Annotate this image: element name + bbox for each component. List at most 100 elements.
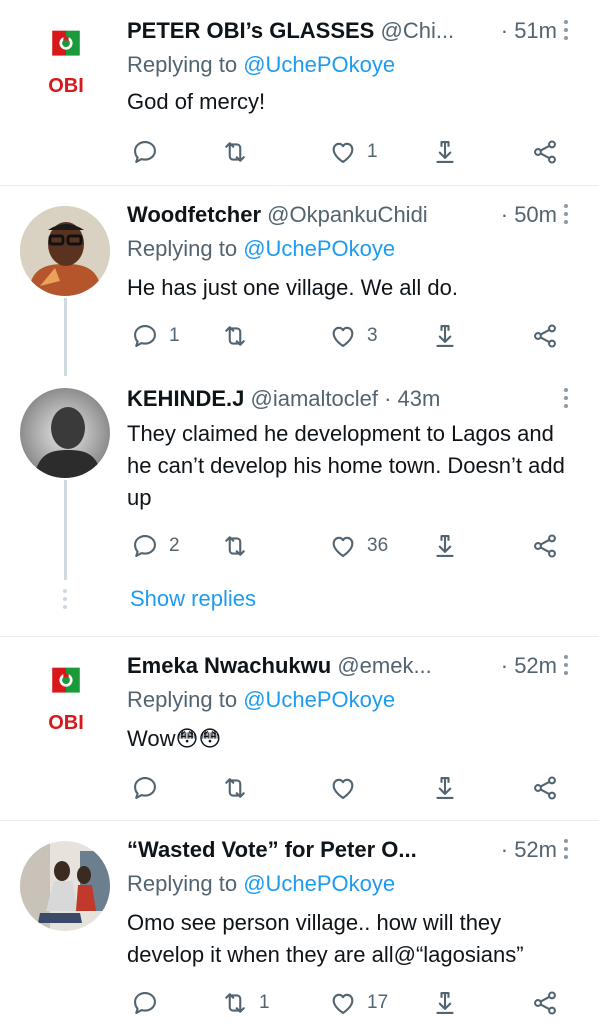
like-button[interactable]: 17 <box>329 988 388 1018</box>
tweet-2[interactable]: Woodfetcher @OkpankuChidi · 50m Replying… <box>0 186 599 376</box>
timestamp[interactable]: · 52m <box>494 651 557 681</box>
timestamp[interactable]: · 43m <box>384 386 441 411</box>
reply-button[interactable]: 2 <box>131 531 180 561</box>
like-button[interactable] <box>329 773 367 803</box>
kehinde-avatar-icon <box>20 388 110 478</box>
user-handle[interactable]: @iamaltoclef <box>250 386 378 411</box>
like-button[interactable]: 1 <box>329 137 378 167</box>
reply-to-link[interactable]: @UchePOkoye <box>243 52 395 77</box>
retweet-icon <box>221 989 249 1017</box>
bookmark-button[interactable] <box>431 531 459 561</box>
tweet-text: They claimed he development to Lagos and… <box>127 421 565 510</box>
timestamp[interactable]: · 50m <box>494 200 557 230</box>
retweet-button[interactable] <box>221 531 259 561</box>
tweet-1[interactable]: OBI PETER OBI’s GLASSES @Chi... · 51m Re… <box>0 0 599 185</box>
like-icon <box>329 532 357 560</box>
retweet-icon <box>221 532 249 560</box>
like-icon <box>329 322 357 350</box>
more-icon[interactable] <box>559 384 573 414</box>
tweet-header: Woodfetcher @OkpankuChidi · 50m <box>127 200 557 230</box>
obi-avatar[interactable]: OBI <box>38 667 94 734</box>
share-button[interactable] <box>531 321 559 351</box>
share-icon <box>531 774 559 802</box>
reply-to-link[interactable]: @UchePOkoye <box>243 871 395 896</box>
action-bar: 1 <box>127 137 579 167</box>
replying-to-label: Replying to <box>127 52 244 77</box>
show-replies-link[interactable]: Show replies <box>130 584 256 614</box>
retweet-button[interactable] <box>221 321 259 351</box>
tweet-text: God of mercy! <box>127 89 266 114</box>
user-handle[interactable]: @emek... <box>337 653 431 678</box>
bookmark-button[interactable] <box>431 321 459 351</box>
tweet-5[interactable]: “Wasted Vote” for Peter O... · 52m Reply… <box>0 821 599 1024</box>
share-icon <box>531 322 559 350</box>
share-button[interactable] <box>531 988 559 1018</box>
retweet-button[interactable] <box>221 137 259 167</box>
reply-to-link[interactable]: @UchePOkoye <box>243 687 395 712</box>
bookmark-button[interactable] <box>431 773 459 803</box>
more-icon[interactable] <box>559 651 573 681</box>
action-bar: 1 17 <box>127 988 579 1018</box>
reply-button[interactable] <box>131 988 169 1018</box>
replying-to: Replying to @UchePOkoye <box>127 869 395 899</box>
tweet-4[interactable]: OBI Emeka Nwachukwu @emek... · 52m Reply… <box>0 637 599 820</box>
display-name[interactable]: Woodfetcher <box>127 202 261 227</box>
reply-to-link[interactable]: @UchePOkoye <box>243 236 395 261</box>
reply-icon <box>131 532 159 560</box>
bookmark-button[interactable] <box>431 137 459 167</box>
display-name[interactable]: Emeka Nwachukwu <box>127 653 331 678</box>
share-button[interactable] <box>531 137 559 167</box>
like-button[interactable]: 3 <box>329 321 378 351</box>
replying-to: Replying to @UchePOkoye <box>127 685 395 715</box>
like-icon <box>329 138 357 166</box>
bookmark-icon <box>431 532 459 560</box>
more-icon[interactable] <box>559 835 573 865</box>
more-icon[interactable] <box>559 200 573 230</box>
bookmark-icon <box>431 989 459 1017</box>
share-icon <box>531 138 559 166</box>
user-handle[interactable]: @Chi... <box>380 18 454 43</box>
tweet-3[interactable]: KEHINDE.J @iamaltoclef · 43m They claime… <box>0 376 599 636</box>
bookmark-button[interactable] <box>431 988 459 1018</box>
thread-line <box>64 480 67 580</box>
action-bar <box>127 773 579 803</box>
obi-logo-text: OBI <box>48 712 84 734</box>
tweet-text: Omo see person village.. how will they d… <box>127 910 524 967</box>
retweet-icon <box>221 138 249 166</box>
avatar[interactable] <box>20 206 110 296</box>
like-button[interactable]: 36 <box>329 531 388 561</box>
replying-to-label: Replying to <box>127 871 244 896</box>
retweet-button[interactable]: 1 <box>221 988 270 1018</box>
timestamp[interactable]: · 52m <box>494 835 557 865</box>
like-count: 36 <box>367 535 389 556</box>
user-handle[interactable]: @OkpankuChidi <box>267 202 428 227</box>
timestamp[interactable]: · 51m <box>494 16 557 46</box>
share-icon <box>531 989 559 1017</box>
retweet-icon <box>221 322 249 350</box>
reply-button[interactable]: 1 <box>131 321 180 351</box>
reply-icon <box>131 774 159 802</box>
avatar[interactable] <box>20 388 110 478</box>
display-name[interactable]: KEHINDE.J <box>127 386 244 411</box>
bookmark-icon <box>431 774 459 802</box>
retweet-icon <box>221 774 249 802</box>
share-icon <box>531 532 559 560</box>
avatar[interactable] <box>20 841 110 931</box>
obi-avatar[interactable]: OBI <box>38 30 94 97</box>
reply-icon <box>131 138 159 166</box>
obi-logo-icon <box>38 667 94 709</box>
reply-button[interactable] <box>131 137 169 167</box>
display-name[interactable]: “Wasted Vote” for Peter O... <box>127 837 417 862</box>
share-button[interactable] <box>531 773 559 803</box>
woodfetcher-avatar-icon <box>20 206 110 296</box>
more-icon[interactable] <box>559 16 573 46</box>
replying-to: Replying to @UchePOkoye <box>127 50 395 80</box>
like-count: 1 <box>367 141 378 162</box>
display-name[interactable]: PETER OBI’s GLASSES <box>127 18 374 43</box>
bookmark-icon <box>431 138 459 166</box>
tweet-header: PETER OBI’s GLASSES @Chi... · 51m <box>127 16 557 46</box>
retweet-count: 1 <box>259 992 270 1013</box>
share-button[interactable] <box>531 531 559 561</box>
reply-button[interactable] <box>131 773 169 803</box>
retweet-button[interactable] <box>221 773 259 803</box>
